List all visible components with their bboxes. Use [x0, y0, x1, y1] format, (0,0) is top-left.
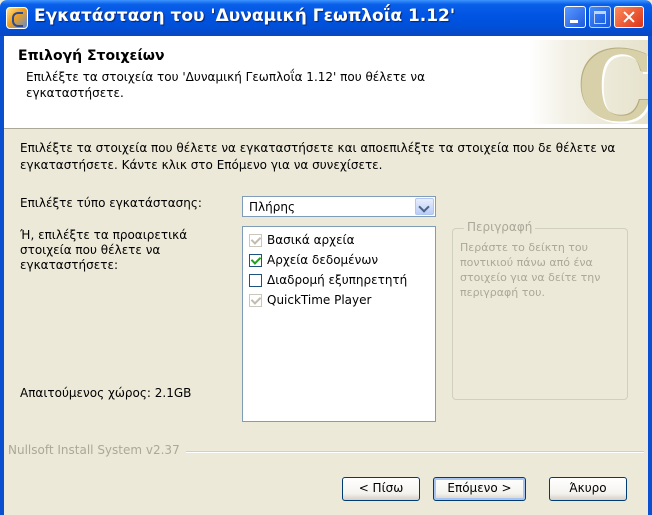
optional-components-label: Ή, επιλέξτε τα προαιρετικά στοιχεία που …	[20, 228, 188, 272]
checkbox-core-files	[249, 234, 262, 247]
description-title: Περιγραφή	[464, 220, 536, 234]
window-title: Εγκατάσταση του 'Δυναμική Γεωπλοΐα 1.12'	[34, 6, 456, 26]
space-required: Απαιτούμενος χώρος: 2.1GB	[20, 386, 192, 400]
install-type-value: Πλήρης	[249, 200, 295, 214]
installer-window: Εγκατάσταση του 'Δυναμική Γεωπλοΐα 1.12'…	[0, 0, 652, 515]
page-header: Επιλογή Στοιχείων Επιλέξτε τα στοιχεία τ…	[4, 36, 648, 129]
component-label: Αρχεία δεδομένων	[267, 253, 379, 267]
window-frame-right	[648, 36, 652, 515]
page-title: Επιλογή Στοιχείων	[18, 48, 165, 64]
header-logo: C	[529, 40, 648, 124]
chevron-down-icon[interactable]	[415, 198, 434, 215]
checkbox-server-path[interactable]	[249, 274, 262, 287]
install-type-label: Επιλέξτε τύπο εγκατάστασης:	[20, 196, 202, 210]
title-bar[interactable]: Εγκατάσταση του 'Δυναμική Γεωπλοΐα 1.12'	[0, 0, 652, 36]
component-label: Διαδρομή εξυπηρετητή	[267, 273, 408, 287]
page-subtitle: Επιλέξτε τα στοιχεία του 'Δυναμική Γεωπλ…	[26, 70, 426, 100]
maximize-button[interactable]	[589, 6, 611, 28]
close-button[interactable]	[614, 6, 644, 28]
next-button[interactable]: Επόμενο >	[433, 477, 526, 501]
component-label: Βασικά αρχεία	[267, 233, 355, 247]
minimize-button[interactable]	[564, 6, 586, 28]
logo-c-icon: C	[577, 40, 648, 124]
checkbox-quicktime	[249, 294, 262, 307]
components-list[interactable]: Βασικά αρχεία Αρχεία δεδομένων Διαδρομή …	[242, 226, 436, 422]
back-button[interactable]: < Πίσω	[342, 477, 420, 501]
description-text: Περάστε το δείκτη του ποντικιού πάνω από…	[460, 241, 601, 299]
branding-text: Nullsoft Install System v2.37	[8, 443, 186, 457]
checkbox-data-files[interactable]	[249, 254, 262, 267]
cancel-button[interactable]: Άκυρο	[549, 477, 627, 501]
intro-text: Επιλέξτε τα στοιχεία που θέλετε να εγκατ…	[20, 141, 616, 172]
component-label: QuickTime Player	[267, 293, 372, 307]
installer-app-icon	[6, 7, 28, 29]
install-type-select[interactable]: Πλήρης	[242, 196, 436, 217]
